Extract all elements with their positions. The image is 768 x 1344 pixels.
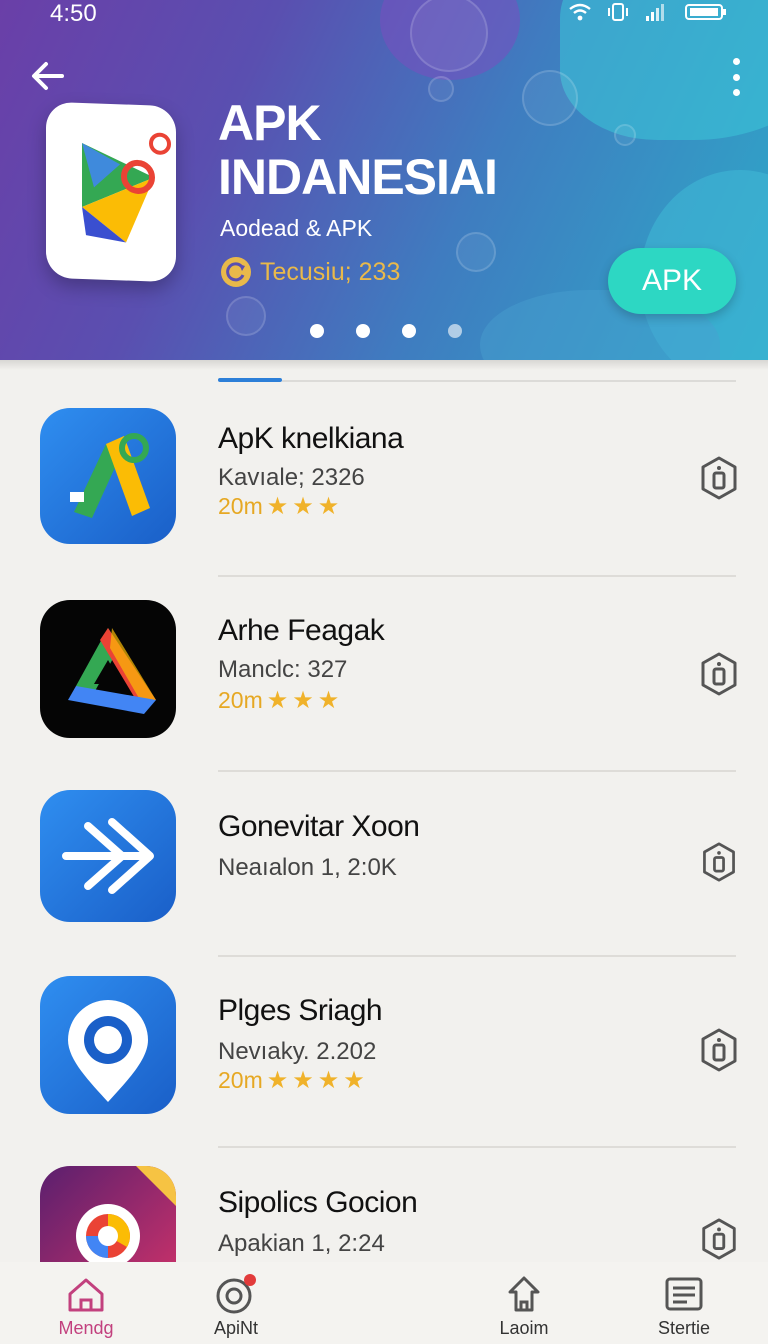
list-divider	[218, 770, 736, 772]
back-arrow-icon[interactable]	[28, 56, 68, 96]
tab-indicator	[218, 378, 282, 382]
arrow-share-icon	[40, 790, 176, 922]
battery-icon	[685, 4, 726, 20]
list-divider	[218, 1146, 736, 1148]
rating-row: Tecusiu; 233	[220, 256, 400, 288]
list-item[interactable]: Plges Sriagh Nevıaky. 2.202 20m ★ ★ ★ ★	[0, 976, 768, 1136]
list-divider	[218, 575, 736, 577]
app-name: Plges Sriagh	[218, 994, 383, 1027]
carousel-dot[interactable]	[310, 324, 324, 338]
star-icon: ★	[317, 493, 340, 520]
list-item[interactable]: Gonevitar Xoon Neaıalon 1, 2:0K	[0, 790, 768, 950]
nav-label: Laoim	[499, 1318, 549, 1338]
status-time: 4:50	[50, 0, 97, 27]
nav-label: ApiNt	[213, 1318, 258, 1338]
nav-item-stertie[interactable]: Stertie	[624, 1272, 744, 1339]
app-name: Sipolics Gocion	[218, 1186, 418, 1219]
list-item[interactable]: Arhe Feagak Manclc: 327 20m ★ ★ ★	[0, 600, 768, 770]
star-icon: ★	[292, 687, 314, 714]
star-icon: ★	[317, 1067, 340, 1094]
target-icon	[216, 1274, 256, 1314]
app-size: 20m	[218, 493, 263, 519]
carousel-dot[interactable]	[402, 324, 416, 338]
nav-label: Stertie	[657, 1318, 711, 1338]
wifi-icon	[569, 3, 591, 21]
home-icon	[68, 1278, 104, 1312]
app-subtitle: Aodead & APK	[220, 215, 373, 241]
carousel-dot[interactable]	[356, 324, 370, 338]
install-badge-icon[interactable]	[700, 652, 738, 696]
nav-item-apint[interactable]: ApiNt	[176, 1272, 296, 1339]
app-rating: 20m ★ ★ ★	[218, 686, 339, 715]
apk-download-button[interactable]: APK	[608, 248, 736, 314]
app-meta: Nevıaky. 2.202	[218, 1038, 377, 1065]
install-badge-icon[interactable]	[700, 1218, 738, 1260]
header-banner: 4:50 APK INDANESIAI Aodead & APK Tecusiu…	[0, 0, 768, 360]
star-icon: ★	[292, 493, 314, 520]
app-rating: 20m ★ ★ ★ ★	[218, 1066, 365, 1095]
app-meta: Neaıalon 1, 2:0K	[218, 854, 397, 881]
header-shadow	[0, 360, 768, 370]
decor-circle	[226, 296, 266, 336]
install-badge-icon[interactable]	[700, 1028, 738, 1072]
app-name: Arhe Feagak	[218, 614, 385, 647]
vibrate-icon	[608, 3, 628, 21]
app-logo	[46, 101, 176, 283]
rating-text: Tecusiu; 233	[260, 257, 401, 286]
page-title: APK INDANESIAI	[218, 95, 498, 205]
list-divider	[218, 955, 736, 957]
signal-icon	[646, 4, 664, 21]
app-meta: Apakian 1, 2:24	[218, 1230, 385, 1257]
nav-item-laoim[interactable]: Laoim	[464, 1272, 584, 1339]
app-size: 20m	[218, 1067, 263, 1093]
star-icon: ★	[343, 1067, 365, 1094]
status-icons	[568, 2, 728, 22]
bottom-navigation: Mendg ApiNt Laoim Stertie	[0, 1262, 768, 1344]
more-options-icon[interactable]	[730, 58, 742, 96]
drive-triangle-icon	[40, 600, 176, 738]
decor-circle	[456, 232, 496, 272]
app-detail-screen: 4:50 APK INDANESIAI Aodead & APK Tecusiu…	[0, 0, 768, 1344]
shop-icon	[508, 1276, 540, 1312]
carousel-dot[interactable]	[448, 324, 462, 338]
install-badge-icon[interactable]	[700, 842, 738, 882]
app-name: Gonevitar Xoon	[218, 810, 420, 843]
decor-circle	[614, 124, 636, 146]
tab-divider	[282, 380, 736, 382]
star-icon: ★	[292, 1067, 314, 1094]
star-icon: ★	[266, 687, 289, 714]
star-icon: ★	[266, 1067, 289, 1094]
app-meta: Kavıale; 2326	[218, 464, 365, 491]
star-icon: ★	[317, 687, 340, 714]
status-bar: 4:50	[0, 0, 768, 28]
refresh-badge-icon	[221, 257, 251, 287]
app-rating: 20m ★ ★ ★	[218, 492, 339, 521]
list-item[interactable]: Sipolics Gocion Apakian 1, 2:24	[0, 1166, 768, 1262]
nav-label: Mendg	[58, 1318, 114, 1338]
app-name: ApK knelkiana	[218, 422, 404, 455]
app-meta: Manclc: 327	[218, 656, 348, 683]
star-icon: ★	[266, 493, 289, 520]
install-badge-icon[interactable]	[700, 456, 738, 500]
chrome-ring-icon	[40, 1166, 176, 1262]
nav-item-mendg[interactable]: Mendg	[26, 1272, 146, 1339]
location-gear-icon	[40, 976, 176, 1114]
maps-pin-icon	[40, 408, 176, 544]
carousel-dots[interactable]	[310, 324, 462, 338]
list-item[interactable]: ApK knelkiana Kavıale; 2326 20m ★ ★ ★	[0, 408, 768, 578]
list-icon	[665, 1277, 703, 1311]
app-size: 20m	[218, 687, 263, 713]
play-logo-icon	[82, 132, 171, 243]
